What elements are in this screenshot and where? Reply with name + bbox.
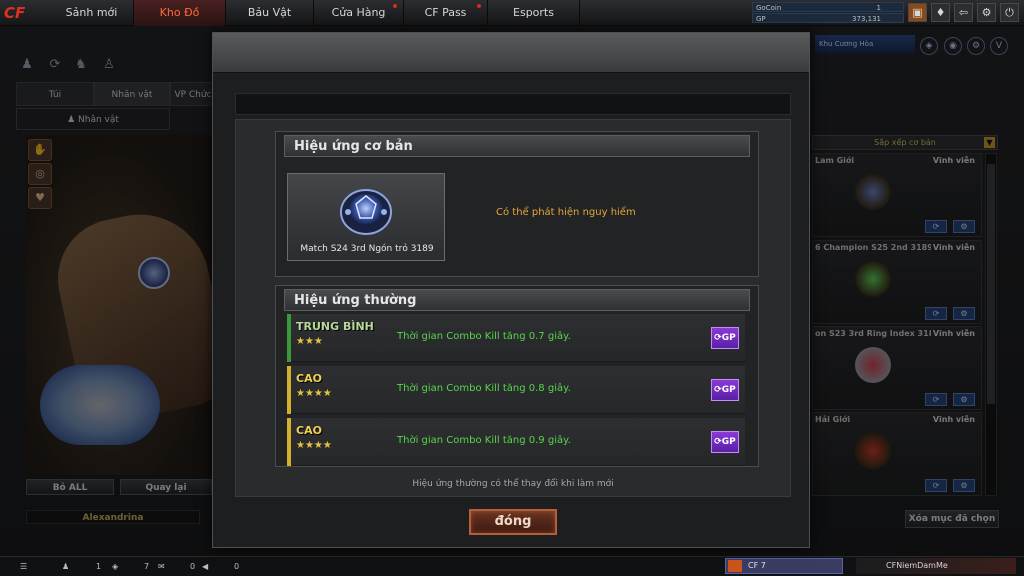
- normal-section-title: Hiệu ứng thường: [284, 289, 750, 311]
- effect-tier: TRUNG BÌNH: [296, 320, 374, 333]
- clan-icon[interactable]: ◈: [112, 560, 118, 574]
- chat-icon[interactable]: ✉: [158, 560, 165, 574]
- reroll-label: GP: [721, 437, 736, 447]
- messages-count: 0: [190, 562, 196, 571]
- basic-section-title: Hiệu ứng cơ bản: [284, 135, 750, 157]
- refresh-icon: ⟳: [714, 437, 722, 447]
- item-name: Match S24 3rd Ngón trỏ 3189: [300, 244, 434, 254]
- effect-tier: CAO: [296, 424, 322, 437]
- chat-level: 7: [760, 561, 766, 570]
- gear-icon[interactable]: ⚙: [977, 3, 996, 22]
- menu-icon[interactable]: ☰: [20, 560, 27, 574]
- top-nav-bar: CF Sảnh mới Kho Đồ Bảu Vật Cửa Hàng CF P…: [0, 0, 1024, 26]
- effect-tier: CAO: [296, 372, 322, 385]
- cf-logo: CF: [4, 4, 26, 22]
- exit-icon[interactable]: ⇦: [954, 3, 973, 22]
- ring-image: [340, 189, 392, 235]
- effect-text: Thời gian Combo Kill tăng 0.8 giây.: [397, 383, 571, 394]
- tier-color-bar: [287, 314, 291, 362]
- nav-tab-shop-label: Cửa Hàng: [331, 6, 386, 19]
- normal-effect-section: Hiệu ứng thường TRUNG BÌNH ★★★ Thời gian…: [275, 285, 759, 467]
- volume-count: 0: [234, 562, 240, 571]
- speaker-icon[interactable]: ◀: [202, 560, 208, 574]
- user-name: CFNiemDamMe: [886, 561, 948, 570]
- dialog-header: [213, 33, 809, 73]
- effect-dialog: Hiệu ứng cơ bản Match S24 3rd Ngón trỏ 3…: [212, 32, 810, 548]
- item-preview: Match S24 3rd Ngón trỏ 3189: [287, 173, 445, 261]
- effect-row: CAO ★★★★ Thời gian Combo Kill tăng 0.8 g…: [287, 366, 745, 414]
- reroll-effect-button[interactable]: ⟳GP: [711, 379, 739, 401]
- nav-tab-esports[interactable]: Esports: [488, 0, 580, 26]
- close-button[interactable]: đóng: [469, 509, 557, 535]
- game-window: CF Sảnh mới Kho Đồ Bảu Vật Cửa Hàng CF P…: [0, 0, 1024, 576]
- refresh-icon: ⟳: [714, 385, 722, 395]
- effect-stars: ★★★★: [296, 388, 332, 399]
- effect-text: Thời gian Combo Kill tăng 0.9 giây.: [397, 435, 571, 446]
- refresh-footnote: Hiệu ứng thường có thể thay đổi khi làm …: [412, 479, 614, 489]
- basic-effect-section: Hiệu ứng cơ bản Match S24 3rd Ngón trỏ 3…: [275, 131, 759, 277]
- gocoin-value: 1: [876, 4, 881, 12]
- user-profile-box[interactable]: CFNiemDamMe: [856, 558, 1016, 574]
- nav-tab-cf-pass-label: CF Pass: [424, 6, 467, 19]
- clan-badge-icon: [728, 560, 742, 572]
- reroll-effect-button[interactable]: ⟳GP: [711, 431, 739, 453]
- gocoin-label: GoCoin: [756, 4, 782, 12]
- notification-dot-icon: [477, 4, 481, 8]
- reroll-label: GP: [721, 385, 736, 395]
- reroll-label: GP: [721, 333, 736, 343]
- chat-channel-box[interactable]: CF 7: [725, 558, 843, 574]
- tier-color-bar: [287, 366, 291, 414]
- basic-effect-text: Có thể phát hiện nguy hiểm: [496, 207, 636, 218]
- tier-color-bar: [287, 418, 291, 466]
- effect-stars: ★★★: [296, 336, 323, 347]
- rank-icon[interactable]: ♦: [931, 3, 950, 22]
- effect-row: CAO ★★★★ Thời gian Combo Kill tăng 0.9 g…: [287, 418, 745, 466]
- refresh-icon: ⟳: [714, 333, 722, 343]
- nav-tab-inventory[interactable]: Kho Đồ: [134, 0, 226, 26]
- friends-icon[interactable]: ♟: [62, 560, 69, 574]
- friends-count: 1: [96, 562, 102, 571]
- dialog-subheader: [235, 93, 791, 115]
- gp-value: 373,131: [852, 15, 881, 23]
- gp-row: GP 373,131: [752, 13, 904, 23]
- chat-name: CF: [748, 561, 759, 570]
- event-icon[interactable]: ▣: [908, 3, 927, 22]
- nav-tab-cf-pass[interactable]: CF Pass: [404, 0, 488, 26]
- power-icon[interactable]: ⏻: [1000, 3, 1019, 22]
- nav-tab-treasure[interactable]: Bảu Vật: [226, 0, 314, 26]
- notification-dot-icon: [393, 4, 397, 8]
- currency-panel: GoCoin 1 GP 373,131: [752, 2, 904, 24]
- nav-tab-lobby[interactable]: Sảnh mới: [50, 0, 134, 26]
- gocoin-row: GoCoin 1: [752, 2, 904, 12]
- gp-label: GP: [756, 15, 766, 23]
- effect-row: TRUNG BÌNH ★★★ Thời gian Combo Kill tăng…: [287, 314, 745, 362]
- effect-stars: ★★★★: [296, 440, 332, 451]
- effect-text: Thời gian Combo Kill tăng 0.7 giây.: [397, 331, 571, 342]
- nav-tab-shop[interactable]: Cửa Hàng: [314, 0, 404, 26]
- reroll-effect-button[interactable]: ⟳GP: [711, 327, 739, 349]
- clan-count: 7: [144, 562, 150, 571]
